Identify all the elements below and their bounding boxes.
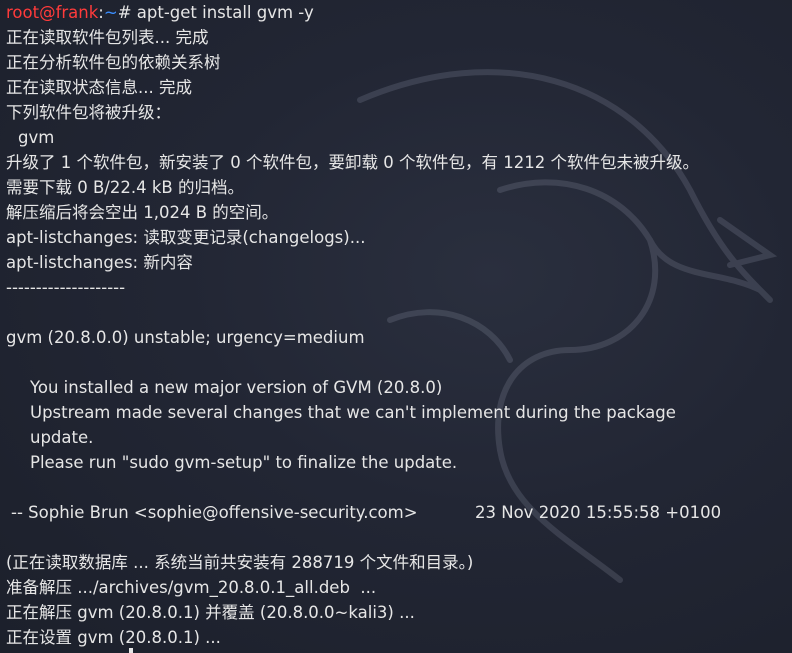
output-building-dependency-tree: 正在分析软件包的依赖关系树 (6, 53, 221, 72)
output-divider: -------------------- (6, 278, 126, 297)
prompt-user-host: root@frank (6, 3, 99, 22)
prompt-symbol: # (117, 3, 137, 22)
command-line: root@frank:~# apt-get install gvm -y (6, 0, 792, 25)
command-text: apt-get install gvm -y (136, 3, 314, 22)
output-reading-package-lists: 正在读取软件包列表... 完成 (6, 28, 209, 47)
prompt-path: ~ (103, 3, 118, 22)
output-unpacking: 正在解压 gvm (20.8.0.1) 并覆盖 (20.8.0.0~kali3)… (6, 603, 415, 622)
output-news-line2: Upstream made several changes that we ca… (30, 403, 676, 422)
output-reading-state-info: 正在读取状态信息... 完成 (6, 78, 192, 97)
output-package-name: gvm (18, 128, 55, 147)
output-maintainer: -- Sophie Brun <sophie@offensive-securit… (11, 503, 418, 522)
output-maintainer-line: -- Sophie Brun <sophie@offensive-securit… (6, 500, 792, 525)
output-upgrade-summary: 升级了 1 个软件包，新安装了 0 个软件包，要卸载 0 个软件包，有 1212… (6, 153, 699, 172)
output-news-line4: Please run "sudo gvm-setup" to finalize … (30, 453, 458, 472)
output-setting-up: 正在设置 gvm (20.8.0.1) ... (6, 628, 221, 647)
output-download-size: 需要下载 0 B/22.4 kB 的归档。 (6, 178, 244, 197)
output-maintainer-date: 23 Nov 2020 15:55:58 +0100 (475, 503, 722, 522)
output-news-line1: You installed a new major version of GVM… (30, 378, 443, 397)
output-reading-database: (正在读取数据库 ... 系统当前共安装有 288719 个文件和目录。) (6, 553, 474, 572)
output-listchanges-reading: apt-listchanges: 读取变更记录(changelogs)... (6, 228, 366, 247)
output-preparing-unpack: 准备解压 .../archives/gvm_20.8.0.1_all.deb .… (6, 578, 377, 597)
terminal-window[interactable]: root@frank:~# apt-get install gvm -y 正在读… (0, 0, 792, 653)
output-disk-space: 解压缩后将会空出 1,024 B 的空间。 (6, 203, 279, 222)
output-listchanges-news: apt-listchanges: 新内容 (6, 253, 193, 272)
output-changelog-header: gvm (20.8.0.0) unstable; urgency=medium (6, 328, 365, 347)
terminal-cursor (129, 648, 133, 653)
output-news-line3: update. (30, 428, 94, 447)
output-upgrade-header: 下列软件包将被升级： (6, 103, 171, 122)
